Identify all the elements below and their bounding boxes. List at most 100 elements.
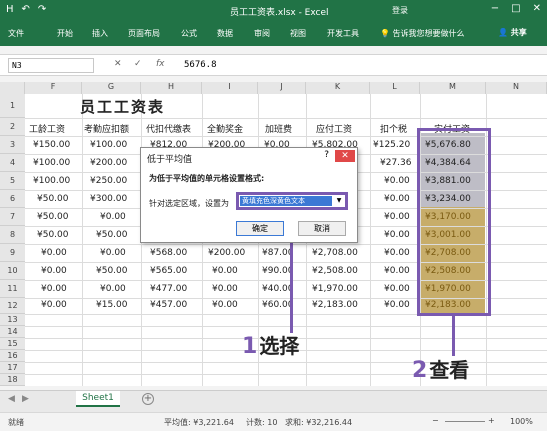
login-link[interactable]: 登录 (392, 5, 408, 16)
zoom-in-icon[interactable]: + (488, 416, 495, 425)
sheet-tab-sheet1[interactable]: Sheet1 (76, 391, 120, 407)
tab-view[interactable]: 视图 (290, 28, 306, 39)
data-cell[interactable]: ¥50.00 (37, 194, 69, 204)
data-cell[interactable]: ¥50.00 (37, 212, 69, 222)
next-sheet-icon[interactable]: ▶ (22, 394, 29, 404)
tab-page-layout[interactable]: 页面布局 (128, 28, 160, 39)
data-cell[interactable]: ¥477.00 (150, 284, 187, 294)
row-header[interactable]: 9 (0, 244, 25, 262)
data-cell[interactable]: ¥200.00 (208, 248, 245, 258)
row-header[interactable]: 10 (0, 262, 25, 280)
function-icon[interactable]: fx (156, 59, 165, 69)
row-header[interactable]: 12 (0, 298, 25, 314)
data-cell[interactable]: ¥100.00 (33, 176, 70, 186)
data-cell[interactable]: ¥250.00 (90, 176, 127, 186)
data-cell[interactable]: ¥2,508.00 (312, 266, 358, 276)
row-header[interactable]: 5 (0, 172, 25, 190)
header-cell[interactable]: 全勤奖金 (207, 122, 243, 135)
data-cell[interactable]: ¥0.00 (384, 176, 410, 186)
data-cell[interactable]: ¥125.20 (373, 140, 410, 150)
data-cell[interactable]: ¥50.00 (96, 230, 128, 240)
row-header[interactable]: 1 (0, 94, 25, 118)
data-cell[interactable]: ¥0.00 (212, 284, 238, 294)
row-header[interactable]: 2 (0, 118, 25, 136)
data-cell[interactable]: ¥0.00 (384, 248, 410, 258)
data-cell[interactable]: ¥0.00 (384, 266, 410, 276)
column-header-f[interactable]: F (25, 82, 82, 94)
save-icon[interactable]: H (6, 4, 14, 15)
row-header[interactable]: 17 (0, 362, 25, 374)
data-cell[interactable]: ¥300.00 (90, 194, 127, 204)
restore-icon[interactable]: □ (511, 3, 520, 14)
row-header[interactable]: 11 (0, 280, 25, 298)
data-cell[interactable]: ¥457.00 (150, 300, 187, 310)
tab-review[interactable]: 审阅 (254, 28, 270, 39)
row-header[interactable]: 18 (0, 374, 25, 386)
data-cell[interactable]: ¥565.00 (150, 266, 187, 276)
data-cell[interactable]: ¥0.00 (384, 194, 410, 204)
data-cell[interactable]: ¥0.00 (100, 284, 126, 294)
tell-me-search[interactable]: 💡 告诉我您想要做什么 (380, 28, 465, 39)
prev-sheet-icon[interactable]: ◀ (8, 394, 15, 404)
data-cell[interactable]: ¥0.00 (41, 300, 67, 310)
header-cell[interactable]: 应付工资 (316, 122, 352, 135)
data-cell[interactable]: ¥90.00 (262, 266, 294, 276)
tab-insert[interactable]: 插入 (92, 28, 108, 39)
formula-input[interactable]: 5676.8 (184, 60, 217, 70)
data-cell[interactable]: ¥150.00 (33, 140, 70, 150)
header-cell[interactable]: 扣个税 (380, 122, 407, 135)
data-cell[interactable]: ¥87.00 (262, 248, 294, 258)
row-header[interactable]: 15 (0, 338, 25, 350)
data-cell[interactable]: ¥0.00 (384, 230, 410, 240)
name-box[interactable]: N3 (8, 58, 94, 73)
minimize-icon[interactable]: − (491, 3, 499, 14)
data-cell[interactable]: ¥60.00 (262, 300, 294, 310)
tab-developer[interactable]: 开发工具 (327, 28, 359, 39)
close-icon[interactable]: ✕ (533, 3, 541, 14)
help-icon[interactable]: ? (324, 150, 329, 160)
data-cell[interactable]: ¥0.00 (212, 266, 238, 276)
data-cell[interactable]: ¥15.00 (96, 300, 128, 310)
data-cell[interactable]: ¥27.36 (380, 158, 412, 168)
zoom-out-icon[interactable]: − (432, 416, 439, 425)
row-header[interactable]: 3 (0, 136, 25, 154)
data-cell[interactable]: ¥0.00 (100, 212, 126, 222)
column-header-j[interactable]: J (258, 82, 306, 94)
data-cell[interactable]: ¥200.00 (90, 158, 127, 168)
format-dropdown[interactable]: 黄填充色深黄色文本 ▼ (236, 192, 348, 210)
header-cell[interactable]: 加班费 (265, 122, 292, 135)
column-header-k[interactable]: K (306, 82, 370, 94)
tab-formulas[interactable]: 公式 (181, 28, 197, 39)
zoom-slider[interactable] (445, 421, 485, 422)
data-cell[interactable]: ¥0.00 (212, 300, 238, 310)
column-header-m[interactable]: M (420, 82, 486, 94)
column-header-g[interactable]: G (82, 82, 141, 94)
share-button[interactable]: 👤 共享 (498, 27, 527, 38)
data-cell[interactable]: ¥40.00 (262, 284, 294, 294)
row-header[interactable]: 8 (0, 226, 25, 244)
ok-button[interactable]: 确定 (236, 221, 284, 236)
row-header[interactable]: 13 (0, 314, 25, 326)
redo-icon[interactable]: ↷ (38, 4, 46, 15)
cancel-button[interactable]: 取消 (298, 221, 346, 236)
select-all-corner[interactable] (0, 82, 25, 94)
data-cell[interactable]: ¥0.00 (100, 248, 126, 258)
tab-file[interactable]: 文件 (8, 28, 24, 39)
zoom-level[interactable]: 100% (510, 417, 533, 426)
data-cell[interactable]: ¥1,970.00 (312, 284, 358, 294)
undo-icon[interactable]: ↶ (22, 4, 30, 15)
chevron-down-icon[interactable]: ▼ (334, 196, 344, 206)
column-header-l[interactable]: L (370, 82, 420, 94)
data-cell[interactable]: ¥100.00 (90, 140, 127, 150)
column-header-h[interactable]: H (141, 82, 202, 94)
data-cell[interactable]: ¥100.00 (33, 158, 70, 168)
column-header-n[interactable]: N (486, 82, 547, 94)
data-cell[interactable]: ¥50.00 (96, 266, 128, 276)
data-cell[interactable]: ¥0.00 (41, 248, 67, 258)
header-cell[interactable]: 代扣代缴表 (146, 122, 191, 135)
data-cell[interactable]: ¥568.00 (150, 248, 187, 258)
data-cell[interactable]: ¥0.00 (384, 300, 410, 310)
row-header[interactable]: 4 (0, 154, 25, 172)
dialog-close-icon[interactable]: ✕ (335, 150, 355, 162)
data-cell[interactable]: ¥0.00 (384, 284, 410, 294)
